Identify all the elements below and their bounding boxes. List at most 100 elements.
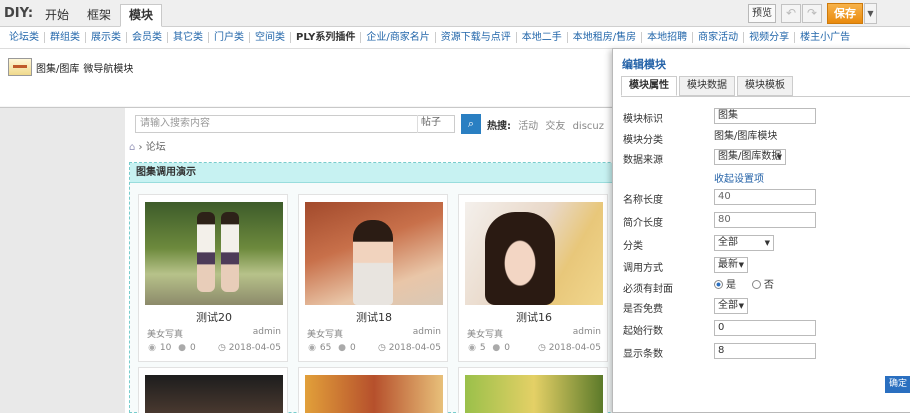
gallery-card[interactable] xyxy=(138,367,288,413)
module-id-input[interactable]: 图集 xyxy=(714,108,816,124)
card-category[interactable]: 美女写真 xyxy=(307,330,343,340)
card-stats: ◉ 65 ● 0 ◷ 2018-04-05 xyxy=(307,343,441,353)
confirm-button[interactable]: 确定 xyxy=(885,376,910,393)
search-type-select[interactable]: 帖子 xyxy=(417,115,455,133)
comment-icon: ● xyxy=(492,343,501,353)
card-date-text: 2018-04-05 xyxy=(228,343,281,353)
category-display[interactable]: 展示类 xyxy=(86,32,127,43)
category-video[interactable]: 视频分享 xyxy=(744,32,796,43)
start-row-input[interactable]: 0 xyxy=(714,320,816,336)
tab-module[interactable]: 模块 xyxy=(120,4,163,27)
category-secondhand[interactable]: 本地二手 xyxy=(517,32,568,43)
hot-word-1[interactable]: 活动 xyxy=(518,121,538,132)
clock-icon: ◷ xyxy=(537,343,546,353)
label-module-id: 模块标识 xyxy=(623,114,663,125)
card-views: 5 xyxy=(479,343,486,353)
breadcrumb: ⌂ › 论坛 xyxy=(129,142,166,153)
field-data-source: 数据来源 图集/图库数据 xyxy=(623,149,903,166)
card-category[interactable]: 美女写真 xyxy=(147,330,183,340)
gallery-photo[interactable] xyxy=(305,375,443,413)
display-count-input[interactable]: 8 xyxy=(714,343,816,359)
data-source-select[interactable]: 图集/图库数据 xyxy=(714,149,786,165)
card-title[interactable]: 测试18 xyxy=(299,309,449,325)
card-author[interactable]: admin xyxy=(253,327,281,337)
category-member[interactable]: 会员类 xyxy=(127,32,168,43)
home-icon[interactable]: ⌂ xyxy=(129,142,135,153)
save-dropdown-icon[interactable]: ▼ xyxy=(864,3,877,24)
label-cover-required: 必须有封面 xyxy=(623,284,673,295)
cover-yes-radio[interactable] xyxy=(714,280,723,289)
label-name-length: 名称长度 xyxy=(623,195,663,206)
tab-frame[interactable]: 框架 xyxy=(78,4,120,27)
gallery-card[interactable]: 测试20 美女写真 admin ◉ 10 ● 0 ◷ 2018-04-05 xyxy=(138,194,288,362)
card-meta: 美女写真 admin xyxy=(307,327,441,340)
category-merchant-activity[interactable]: 商家活动 xyxy=(693,32,745,43)
cover-yes-label: 是 xyxy=(726,280,736,291)
call-mode-select[interactable]: 最新 xyxy=(714,257,748,273)
free-select[interactable]: 全部 xyxy=(714,298,748,314)
collapse-settings-link[interactable]: 收起设置项 xyxy=(714,170,764,185)
field-cover-required: 必须有封面 是 否 xyxy=(623,278,903,295)
module-item-gallery[interactable]: 图集/图库 微导航模块 xyxy=(8,58,133,76)
card-author[interactable]: admin xyxy=(573,327,601,337)
breadcrumb-forum[interactable]: 论坛 xyxy=(146,142,166,153)
category-forum[interactable]: 论坛类 xyxy=(4,32,45,43)
category-portal[interactable]: 门户类 xyxy=(209,32,250,43)
gallery-photo[interactable] xyxy=(145,202,283,305)
module-category-row: 论坛类 群组类 展示类 会员类 其它类 门户类 空间类 PLY系列插件 企业/商… xyxy=(0,27,910,49)
tab-module-template[interactable]: 模块模板 xyxy=(737,76,793,96)
diy-top-bar: DIY: 开始 框架 模块 预览 ↶ ↷ 保存 ▼ xyxy=(0,0,910,27)
category-business-card[interactable]: 企业/商家名片 xyxy=(361,32,436,43)
class-select[interactable]: 全部 xyxy=(714,235,774,251)
card-category[interactable]: 美女写真 xyxy=(467,330,503,340)
card-author[interactable]: admin xyxy=(413,327,441,337)
card-meta: 美女写真 admin xyxy=(467,327,601,340)
card-date-text: 2018-04-05 xyxy=(548,343,601,353)
hot-word-2[interactable]: 交友 xyxy=(545,121,565,132)
label-display-count: 显示条数 xyxy=(623,349,663,360)
save-button[interactable]: 保存 xyxy=(827,3,863,24)
gallery-photo[interactable] xyxy=(465,375,603,413)
tab-start[interactable]: 开始 xyxy=(36,4,78,27)
name-length-input[interactable]: 40 xyxy=(714,189,816,205)
intro-length-input[interactable]: 80 xyxy=(714,212,816,228)
module-label-gallery: 图集/图库 xyxy=(36,63,80,75)
category-jobs[interactable]: 本地招聘 xyxy=(642,32,694,43)
card-title[interactable]: 测试16 xyxy=(459,309,609,325)
gallery-card[interactable] xyxy=(298,367,448,413)
gallery-card[interactable]: 测试18 美女写真 admin ◉ 65 ● 0 ◷ 2018-04-05 xyxy=(298,194,448,362)
clock-icon: ◷ xyxy=(217,343,226,353)
label-data-source: 数据来源 xyxy=(623,155,663,166)
gallery-card[interactable]: 测试16 美女写真 admin ◉ 5 ● 0 ◷ 2018-04-05 xyxy=(458,194,608,362)
gallery-card[interactable] xyxy=(458,367,608,413)
label-free: 是否免费 xyxy=(623,304,663,315)
tab-module-data[interactable]: 模块数据 xyxy=(679,76,735,96)
category-ply-plugins[interactable]: PLY系列插件 xyxy=(291,32,362,43)
hot-search: 热搜: 活动 交友 discuz xyxy=(487,117,604,132)
cover-no-radio[interactable] xyxy=(751,280,761,289)
module-label-micro-nav[interactable]: 微导航模块 xyxy=(83,60,133,75)
category-group[interactable]: 群组类 xyxy=(45,32,86,43)
gallery-photo[interactable] xyxy=(305,202,443,305)
label-intro-length: 简介长度 xyxy=(623,218,663,229)
tab-module-properties[interactable]: 模块属性 xyxy=(621,76,677,96)
redo-icon[interactable]: ↷ xyxy=(802,4,822,23)
category-housing[interactable]: 本地租房/售房 xyxy=(568,32,643,43)
category-other[interactable]: 其它类 xyxy=(168,32,209,43)
card-title[interactable]: 测试20 xyxy=(139,309,289,325)
category-space[interactable]: 空间类 xyxy=(250,32,291,43)
category-small-ads[interactable]: 楼主小广告 xyxy=(795,32,855,43)
cover-no-label: 否 xyxy=(763,280,774,291)
preview-button[interactable]: 预览 xyxy=(748,4,776,23)
category-resource-download[interactable]: 资源下载与点评 xyxy=(436,32,517,43)
field-module-id: 模块标识 图集 xyxy=(623,108,903,125)
search-icon[interactable]: ⌕ xyxy=(461,114,481,134)
search-input[interactable]: 请输入搜索内容 xyxy=(135,115,455,133)
gallery-photo[interactable] xyxy=(145,375,283,413)
gallery-module-icon xyxy=(8,58,32,76)
undo-icon[interactable]: ↶ xyxy=(781,4,801,23)
gallery-photo[interactable] xyxy=(465,202,603,305)
hot-word-3[interactable]: discuz xyxy=(573,121,604,132)
label-class: 分类 xyxy=(623,241,643,252)
field-intro-length: 简介长度 80 xyxy=(623,212,903,229)
